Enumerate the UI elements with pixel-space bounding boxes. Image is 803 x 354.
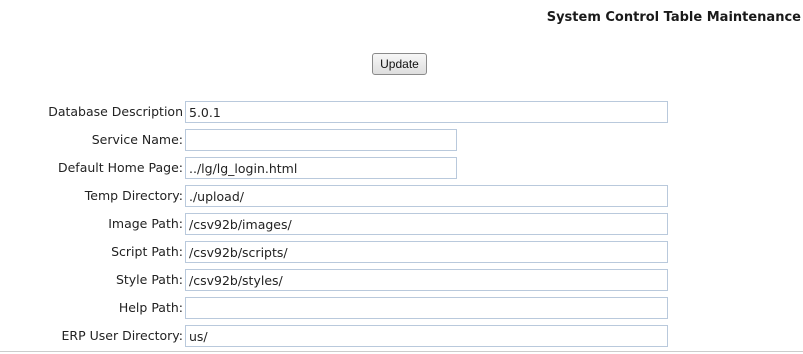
- image-path-label: Image Path:: [108, 216, 183, 231]
- script-path-label: Script Path:: [111, 244, 183, 259]
- temp-directory-input[interactable]: [185, 185, 668, 207]
- form-row-database-description: Database Description: [0, 101, 803, 123]
- help-path-label: Help Path:: [118, 300, 183, 315]
- style-path-input[interactable]: [185, 269, 668, 291]
- form-row-help-path: Help Path:: [0, 297, 803, 319]
- erp-user-directory-label: ERP User Directory:: [61, 328, 183, 343]
- script-path-input[interactable]: [185, 241, 668, 263]
- erp-user-directory-input[interactable]: [185, 325, 668, 347]
- service-name-input[interactable]: [185, 129, 457, 151]
- help-path-input[interactable]: [185, 297, 668, 319]
- form-row-script-path: Script Path:: [0, 241, 803, 263]
- default-home-page-label: Default Home Page:: [57, 160, 183, 175]
- service-name-label: Service Name:: [91, 132, 183, 147]
- form-row-erp-user-directory: ERP User Directory:: [0, 325, 803, 347]
- form-row-service-name: Service Name:: [0, 129, 803, 151]
- default-home-page-input[interactable]: [185, 157, 457, 179]
- form-row-default-home-page: Default Home Page:: [0, 157, 803, 179]
- bottom-divider: [0, 351, 803, 352]
- form-row-temp-directory: Temp Directory:: [0, 185, 803, 207]
- temp-directory-label: Temp Directory:: [84, 188, 183, 203]
- form-row-image-path: Image Path:: [0, 213, 803, 235]
- database-description-label: Database Description: [48, 104, 183, 119]
- image-path-input[interactable]: [185, 213, 668, 235]
- form-row-style-path: Style Path:: [0, 269, 803, 291]
- style-path-label: Style Path:: [115, 272, 183, 287]
- page-title: System Control Table Maintenance: [546, 10, 801, 25]
- database-description-input[interactable]: [185, 101, 668, 123]
- update-button[interactable]: Update: [372, 53, 427, 75]
